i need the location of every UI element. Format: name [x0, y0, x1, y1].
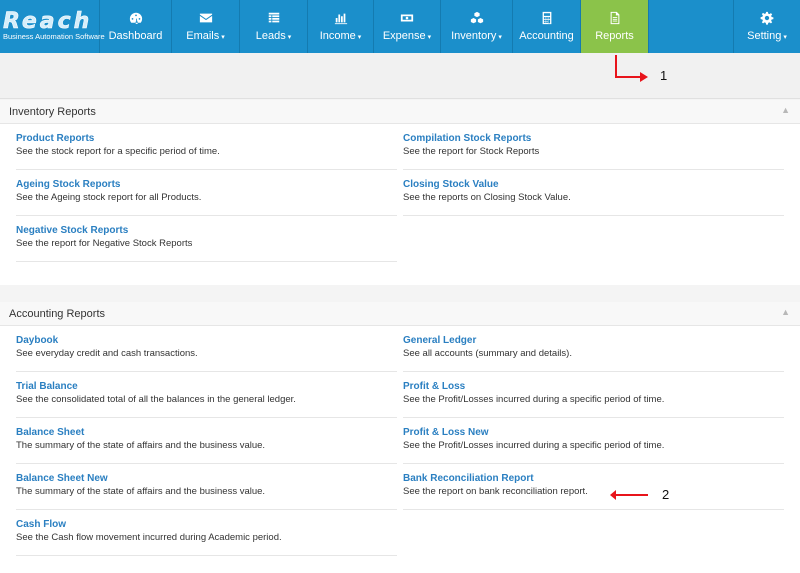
report-item[interactable]: Daybook See everyday credit and cash tra… [16, 326, 397, 372]
report-item[interactable]: Ageing Stock Reports See the Ageing stoc… [16, 170, 397, 216]
chevron-down-icon: ▾ [427, 34, 432, 41]
report-item[interactable]: Profit & Loss New See the Profit/Losses … [403, 418, 784, 464]
report-link[interactable]: Ageing Stock Reports [16, 179, 120, 190]
chevron-down-icon: ▾ [357, 34, 362, 41]
report-link[interactable]: General Ledger [403, 335, 476, 346]
gear-icon [760, 11, 774, 25]
nav-setting[interactable]: Setting ▾ [733, 0, 800, 53]
logo-tagline: Business Automation Software [3, 31, 105, 41]
report-link[interactable]: Balance Sheet [16, 427, 84, 438]
annotation-label-1: 1 [660, 68, 668, 83]
annotation-arrow-1 [615, 55, 648, 82]
money-icon [400, 14, 414, 22]
inventory-reports-header[interactable]: Inventory Reports ▲ [0, 100, 800, 124]
report-link[interactable]: Profit & Loss [403, 381, 465, 392]
nav-dashboard-label: Dashboard [108, 30, 163, 42]
chevron-down-icon: ▾ [783, 34, 787, 41]
report-link[interactable]: Product Reports [16, 133, 94, 144]
cubes-icon [470, 11, 483, 24]
report-item[interactable]: Bank Reconciliation Report See the repor… [403, 464, 784, 510]
nav-income[interactable]: Income ▾ [308, 0, 374, 53]
report-description: See the Profit/Losses incurred during a … [403, 440, 665, 451]
report-item[interactable]: Profit & Loss See the Profit/Losses incu… [403, 372, 784, 418]
list-icon [268, 12, 279, 23]
chevron-up-icon[interactable]: ▲ [781, 105, 790, 115]
report-link[interactable]: Cash Flow [16, 519, 66, 530]
chevron-down-icon: ▾ [287, 34, 292, 41]
nav-leads[interactable]: Leads ▾ [240, 0, 308, 53]
report-description: See all accounts (summary and details). [403, 348, 572, 359]
report-item[interactable]: Compilation Stock Reports See the report… [403, 124, 784, 170]
report-description: The summary of the state of affairs and … [16, 440, 266, 451]
report-item[interactable]: Negative Stock Reports See the report fo… [16, 216, 397, 262]
report-description: See the consolidated total of all the ba… [16, 394, 296, 405]
report-link[interactable]: Closing Stock Value [403, 179, 499, 190]
report-item[interactable]: Trial Balance See the consolidated total… [16, 372, 397, 418]
nav-accounting[interactable]: Accounting [513, 0, 581, 53]
document-icon [610, 11, 619, 25]
report-description: See the report on bank reconciliation re… [403, 486, 588, 497]
envelope-icon [199, 13, 212, 23]
report-description: See the reports on Closing Stock Value. [403, 192, 571, 203]
nav-reports-label: Reports [595, 30, 634, 42]
report-item[interactable]: Balance Sheet The summary of the state o… [16, 418, 397, 464]
report-description: See the report for Stock Reports [403, 146, 540, 157]
nav-emails-label: Emails [186, 30, 220, 42]
nav-inventory[interactable]: Inventory ▾ [441, 0, 513, 53]
report-description: See the stock report for a specific peri… [16, 146, 220, 157]
report-item[interactable]: Balance Sheet New The summary of the sta… [16, 464, 397, 510]
report-link[interactable]: Balance Sheet New [16, 473, 108, 484]
report-description: See the Cash flow movement incurred duri… [16, 532, 282, 543]
report-link[interactable]: Trial Balance [16, 381, 78, 392]
inventory-reports-title: Inventory Reports [9, 106, 96, 118]
nav-income-label: Income [319, 30, 356, 42]
report-link[interactable]: Bank Reconciliation Report [403, 473, 534, 484]
report-link[interactable]: Compilation Stock Reports [403, 133, 531, 144]
nav-expense-label: Expense [382, 30, 426, 42]
accounting-reports-header[interactable]: Accounting Reports ▲ [0, 302, 800, 326]
nav-reports[interactable]: Reports [581, 0, 649, 53]
dashboard-icon [129, 12, 142, 24]
report-description: The summary of the state of affairs and … [16, 486, 266, 497]
report-description: See the Profit/Losses incurred during a … [403, 394, 665, 405]
nav-inventory-label: Inventory [451, 30, 497, 42]
accounting-reports-panel: Accounting Reports ▲ Daybook See everyda… [0, 302, 800, 573]
annotation-label-2: 2 [662, 487, 670, 502]
top-navbar: Reach Business Automation Software Dashb… [0, 0, 800, 53]
app-logo[interactable]: Reach Business Automation Software [0, 0, 105, 53]
nav-expense[interactable]: Expense ▾ [374, 0, 441, 53]
report-link[interactable]: Profit & Loss New [403, 427, 489, 438]
report-item[interactable]: General Ledger See all accounts (summary… [403, 326, 784, 372]
nav-accounting-label: Accounting [519, 30, 574, 42]
nav-setting-label: Setting [747, 30, 782, 42]
nav-emails[interactable]: Emails ▾ [172, 0, 240, 53]
report-description: See everyday credit and cash transaction… [16, 348, 198, 359]
report-description: See the report for Negative Stock Report… [16, 238, 193, 249]
bar-chart-icon [334, 13, 347, 25]
report-description: See the Ageing stock report for all Prod… [16, 192, 202, 203]
report-link[interactable]: Daybook [16, 335, 58, 346]
calculator-icon [542, 11, 551, 25]
chevron-down-icon: ▾ [221, 34, 225, 41]
report-item[interactable]: Cash Flow See the Cash flow movement inc… [16, 510, 397, 556]
annotation-arrow-2 [610, 490, 648, 500]
sub-header-bar [0, 53, 800, 99]
report-item[interactable]: Closing Stock Value See the reports on C… [403, 170, 784, 216]
section-gap [0, 285, 800, 302]
nav-dashboard[interactable]: Dashboard [100, 0, 172, 53]
chevron-down-icon: ▾ [498, 34, 502, 41]
inventory-reports-panel: Inventory Reports ▲ Product Reports See … [0, 100, 800, 285]
logo-wordmark: Reach [3, 8, 93, 34]
chevron-up-icon[interactable]: ▲ [781, 307, 790, 317]
nav-leads-label: Leads [255, 30, 286, 42]
accounting-reports-title: Accounting Reports [9, 308, 105, 320]
report-item[interactable]: Product Reports See the stock report for… [16, 124, 397, 170]
report-link[interactable]: Negative Stock Reports [16, 225, 128, 236]
